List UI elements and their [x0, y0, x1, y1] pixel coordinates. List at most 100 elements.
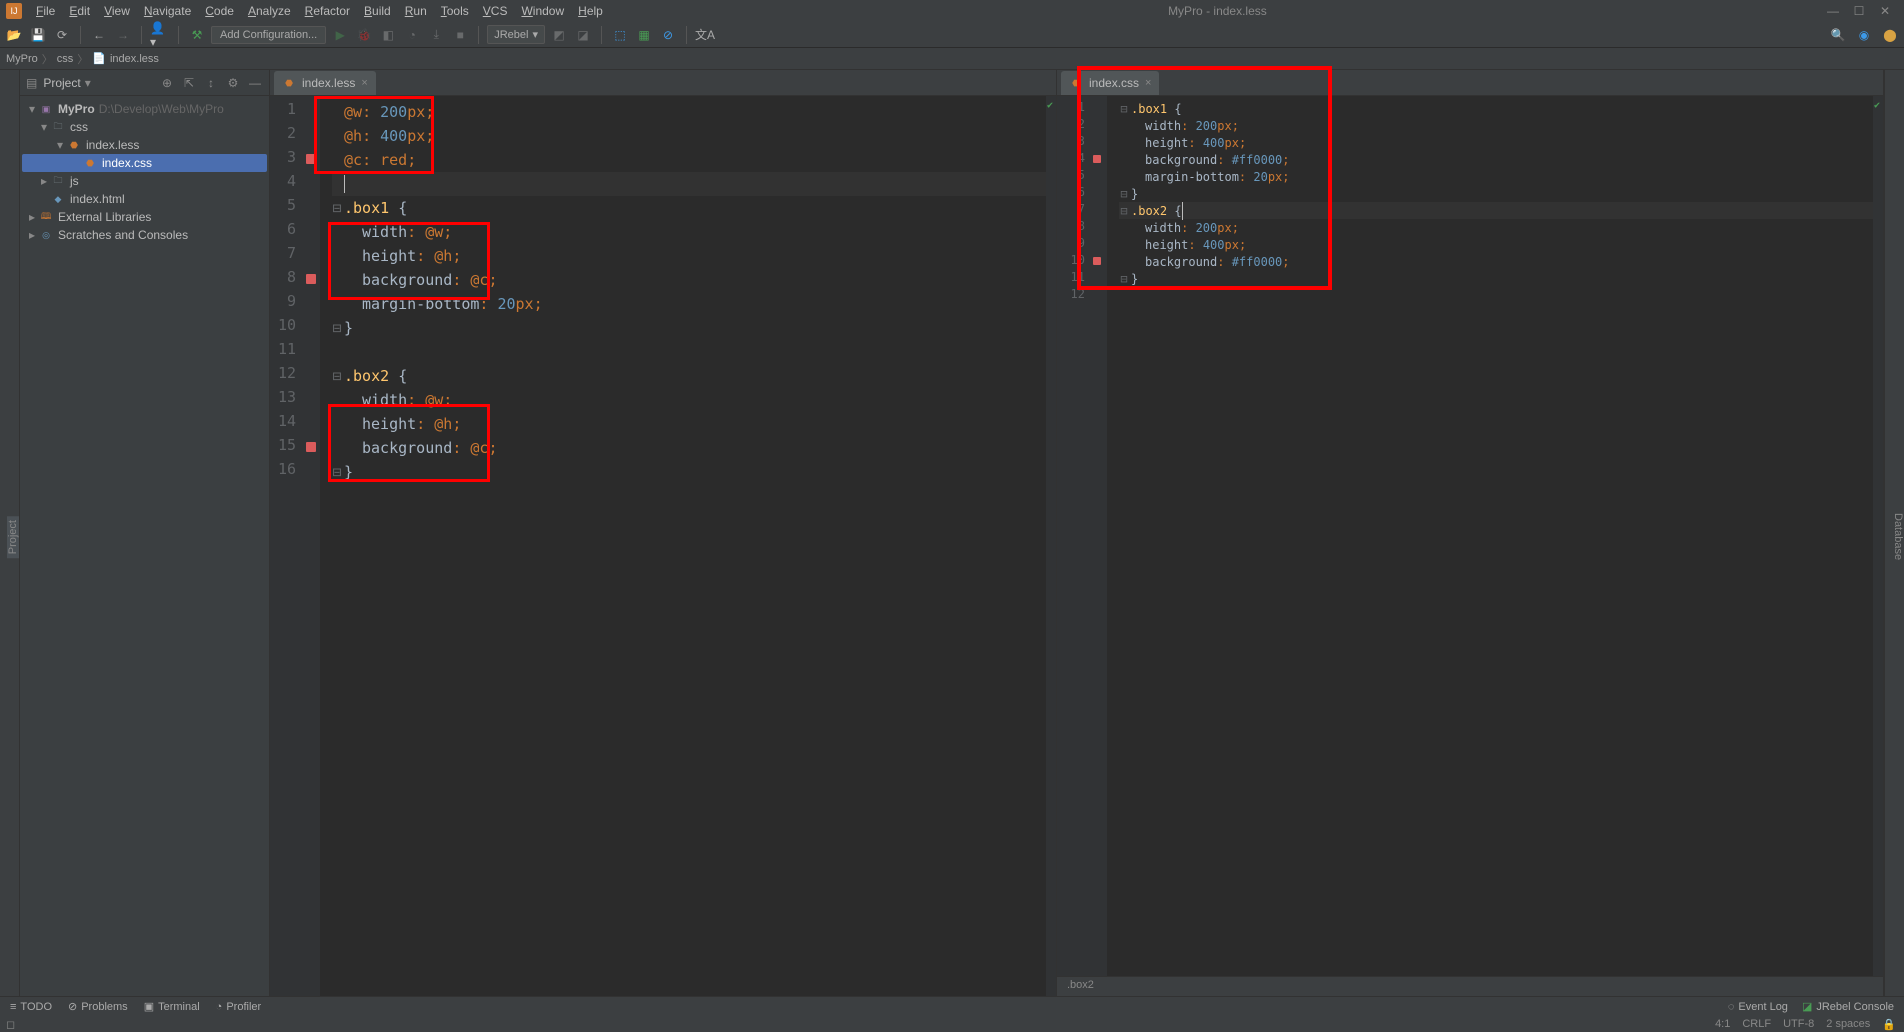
run-config-select[interactable]: Add Configuration...	[211, 26, 326, 44]
crumb-root[interactable]: MyPro	[6, 53, 38, 65]
code-line[interactable]: background: @c;	[332, 268, 1046, 292]
toolwin-terminal[interactable]: ▣ Terminal	[144, 1000, 200, 1013]
code-line[interactable]	[1119, 287, 1873, 304]
crumb-file[interactable]: index.less	[110, 53, 159, 65]
notifications-icon[interactable]: ◉	[1854, 25, 1874, 45]
tool3-icon[interactable]: ⊘	[658, 25, 678, 45]
status-caret-pos[interactable]: 4:1	[1715, 1018, 1730, 1031]
toolwin-eventlog[interactable]: ◌ Event Log	[1728, 1001, 1788, 1013]
menu-refactor[interactable]: Refactor	[299, 2, 356, 20]
code-line[interactable]: @w: 200px;	[332, 100, 1046, 124]
code-line[interactable]: margin-bottom: 20px;	[1119, 168, 1873, 185]
tree-file-index-css[interactable]: ·⬣index.css	[22, 154, 267, 172]
code-line[interactable]: height: @h;	[332, 412, 1046, 436]
user-icon[interactable]: 👤▾	[150, 25, 170, 45]
breakpoint-gutter[interactable]	[304, 96, 320, 996]
code-line[interactable]: width: 200px;	[1119, 117, 1873, 134]
tab-index-less[interactable]: ⬣ index.less ×	[274, 71, 376, 95]
menu-build[interactable]: Build	[358, 2, 397, 20]
status-indent[interactable]: 2 spaces	[1826, 1018, 1870, 1031]
code-line[interactable]: background: #ff0000;	[1119, 151, 1873, 168]
lock-icon[interactable]: 🔒	[1882, 1018, 1896, 1031]
menu-view[interactable]: View	[98, 2, 136, 20]
close-tab-icon[interactable]: ×	[1145, 77, 1151, 89]
close-icon[interactable]: ✕	[1878, 4, 1892, 18]
code-line[interactable]: width: @w;	[332, 220, 1046, 244]
profile-icon[interactable]: ◔	[402, 25, 422, 45]
editor-body-right[interactable]: 123456789101112 ⊟.box1 { width: 200px; h…	[1057, 96, 1883, 976]
gutter-database[interactable]: Database	[1892, 509, 1904, 564]
menu-run[interactable]: Run	[399, 2, 433, 20]
status-box-icon[interactable]: ◻	[0, 1018, 15, 1031]
gutter-project[interactable]: Project	[7, 516, 19, 558]
maximize-icon[interactable]: ☐	[1852, 4, 1866, 18]
menu-vcs[interactable]: VCS	[477, 2, 514, 20]
jr-debug-icon[interactable]: ◪	[573, 25, 593, 45]
code-line[interactable]: ⊟.box2 {	[332, 364, 1046, 388]
avatar-icon[interactable]: ⬤	[1880, 25, 1900, 45]
menu-navigate[interactable]: Navigate	[138, 2, 197, 20]
code-line[interactable]: width: 200px;	[1119, 219, 1873, 236]
back-icon[interactable]: ←	[89, 25, 109, 45]
code-line[interactable]	[332, 340, 1046, 364]
tree-folder-js[interactable]: ▸🗀js	[22, 172, 267, 190]
search-icon[interactable]: 🔍	[1828, 25, 1848, 45]
toolwin-jrebel-console[interactable]: ◪ JRebel Console	[1802, 1000, 1894, 1013]
code-line[interactable]: ⊟}	[1119, 270, 1873, 287]
toolwin-problems[interactable]: ⊘ Problems	[68, 1000, 128, 1013]
menu-window[interactable]: Window	[515, 2, 570, 20]
crumb-selector[interactable]: .box2	[1067, 979, 1094, 991]
breakpoint-gutter[interactable]	[1091, 96, 1107, 976]
tree-external-libraries[interactable]: ▸🕮External Libraries	[22, 208, 267, 226]
status-encoding[interactable]: UTF-8	[1783, 1018, 1814, 1031]
code-line[interactable]: @h: 400px;	[332, 124, 1046, 148]
code-line[interactable]: width: @w;	[332, 388, 1046, 412]
code-line[interactable]: ⊟.box2 {	[1119, 202, 1873, 219]
code-line[interactable]: ⊟.box1 {	[332, 196, 1046, 220]
gear-icon[interactable]: ⚙	[225, 75, 241, 91]
hide-icon[interactable]: —	[247, 75, 263, 91]
tree-file-index-html[interactable]: ·◆index.html	[22, 190, 267, 208]
code-line[interactable]	[332, 172, 1046, 196]
tab-index-css[interactable]: ⬣ index.css ×	[1061, 71, 1159, 95]
attach-icon[interactable]: ⤓	[426, 25, 446, 45]
status-line-sep[interactable]: CRLF	[1742, 1018, 1771, 1031]
hammer-icon[interactable]: ⚒	[187, 25, 207, 45]
menu-tools[interactable]: Tools	[435, 2, 475, 20]
toolwin-todo[interactable]: ≡ TODO	[10, 1001, 52, 1013]
menu-analyze[interactable]: Analyze	[242, 2, 297, 20]
sync-icon[interactable]: ⟳	[52, 25, 72, 45]
code-line[interactable]: ⊟}	[332, 316, 1046, 340]
toolwin-profiler[interactable]: ◔ Profiler	[216, 1001, 262, 1013]
stop-icon[interactable]: ■	[450, 25, 470, 45]
crumb-folder[interactable]: css	[57, 53, 74, 65]
code-line[interactable]: ⊟.box1 {	[1119, 100, 1873, 117]
jrebel-select[interactable]: JRebel▾	[487, 25, 545, 44]
tree-project-root[interactable]: ▾▣ MyPro D:\Develop\Web\MyPro	[22, 100, 267, 118]
menu-edit[interactable]: Edit	[63, 2, 96, 20]
open-icon[interactable]: 📂	[4, 25, 24, 45]
collapse-icon[interactable]: ⇱	[181, 75, 197, 91]
code-line[interactable]: @c: red;	[332, 148, 1046, 172]
save-icon[interactable]: 💾	[28, 25, 48, 45]
minimize-icon[interactable]: —	[1826, 4, 1840, 18]
code-line[interactable]: background: #ff0000;	[1119, 253, 1873, 270]
editor-body-left[interactable]: 12345678910111213141516 @w: 200px; @h: 4…	[270, 96, 1056, 996]
tool2-icon[interactable]: ▦	[634, 25, 654, 45]
tool1-icon[interactable]: ⬚	[610, 25, 630, 45]
tree-file-index-less[interactable]: ▾⬣index.less	[22, 136, 267, 154]
code-line[interactable]: ⊟}	[332, 460, 1046, 484]
code-area[interactable]: ⊟.box1 { width: 200px; height: 400px; ba…	[1107, 96, 1873, 976]
code-line[interactable]: height: @h;	[332, 244, 1046, 268]
close-tab-icon[interactable]: ×	[361, 77, 367, 89]
run-icon[interactable]: ▶	[330, 25, 350, 45]
expand-icon[interactable]: ⊕	[159, 75, 175, 91]
select-icon[interactable]: ↕	[203, 75, 219, 91]
menu-file[interactable]: File	[30, 2, 61, 20]
code-area[interactable]: @w: 200px; @h: 400px; @c: red; ⊟.box1 { …	[320, 96, 1046, 996]
menu-code[interactable]: Code	[199, 2, 240, 20]
code-line[interactable]: background: @c;	[332, 436, 1046, 460]
jr-run-icon[interactable]: ◩	[549, 25, 569, 45]
menu-help[interactable]: Help	[572, 2, 609, 20]
debug-icon[interactable]: 🐞	[354, 25, 374, 45]
